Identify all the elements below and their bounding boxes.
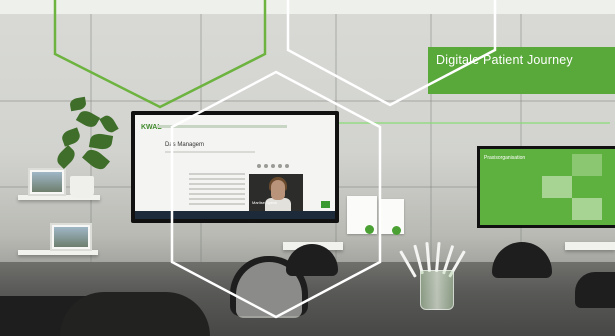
office-chair bbox=[60, 292, 210, 336]
chat-icon bbox=[321, 201, 330, 208]
card-dot bbox=[365, 225, 374, 234]
plant-leaf bbox=[53, 144, 79, 170]
info-card bbox=[347, 196, 377, 234]
nav-bar bbox=[157, 125, 287, 128]
info-card bbox=[379, 199, 404, 235]
subheading-line bbox=[165, 151, 255, 153]
ceiling bbox=[0, 0, 615, 14]
screen-block bbox=[572, 154, 602, 176]
pager-dots bbox=[257, 155, 292, 173]
plant-leaf bbox=[75, 107, 101, 131]
left-monitor: KWAL Das Managem Marlise Speck bbox=[131, 111, 339, 223]
pen-holder-glass bbox=[420, 270, 454, 310]
video-caption: Marlise Speck bbox=[252, 200, 278, 205]
meeting-room-photo: Digitale Patient Journey KWAL Das Manage… bbox=[0, 0, 615, 336]
sign-text: Digitale Patient Journey bbox=[436, 53, 573, 67]
green-sign: Digitale Patient Journey bbox=[428, 47, 615, 94]
photo-frame bbox=[50, 223, 92, 251]
plant-leaf bbox=[69, 96, 87, 112]
green-hexagon-outline bbox=[53, 0, 267, 109]
right-monitor-screen: Praxisorganisation bbox=[480, 149, 615, 225]
right-screen-title: Praxisorganisation bbox=[484, 155, 526, 161]
windows-taskbar bbox=[135, 211, 335, 219]
wall-seam bbox=[0, 100, 615, 102]
article-text bbox=[189, 173, 245, 208]
plant-leaf bbox=[60, 127, 82, 147]
office-chair bbox=[492, 242, 552, 278]
office-chair bbox=[575, 272, 615, 308]
card-dot bbox=[392, 226, 401, 235]
screen-block bbox=[542, 176, 572, 198]
wall-light-strip bbox=[330, 122, 610, 124]
video-player: Marlise Speck bbox=[249, 174, 303, 211]
right-monitor: Praxisorganisation bbox=[477, 146, 615, 228]
plant-leaf bbox=[81, 146, 111, 173]
wall-fixture bbox=[565, 242, 615, 250]
left-monitor-screen: KWAL Das Managem Marlise Speck bbox=[135, 115, 335, 219]
page-heading: Das Managem bbox=[165, 142, 205, 148]
photo-frame bbox=[28, 168, 66, 196]
plant-leaf bbox=[99, 113, 119, 135]
person-face bbox=[271, 180, 285, 200]
plant-pot bbox=[70, 176, 94, 198]
plant-leaf bbox=[88, 132, 114, 151]
screen-block bbox=[572, 198, 602, 220]
